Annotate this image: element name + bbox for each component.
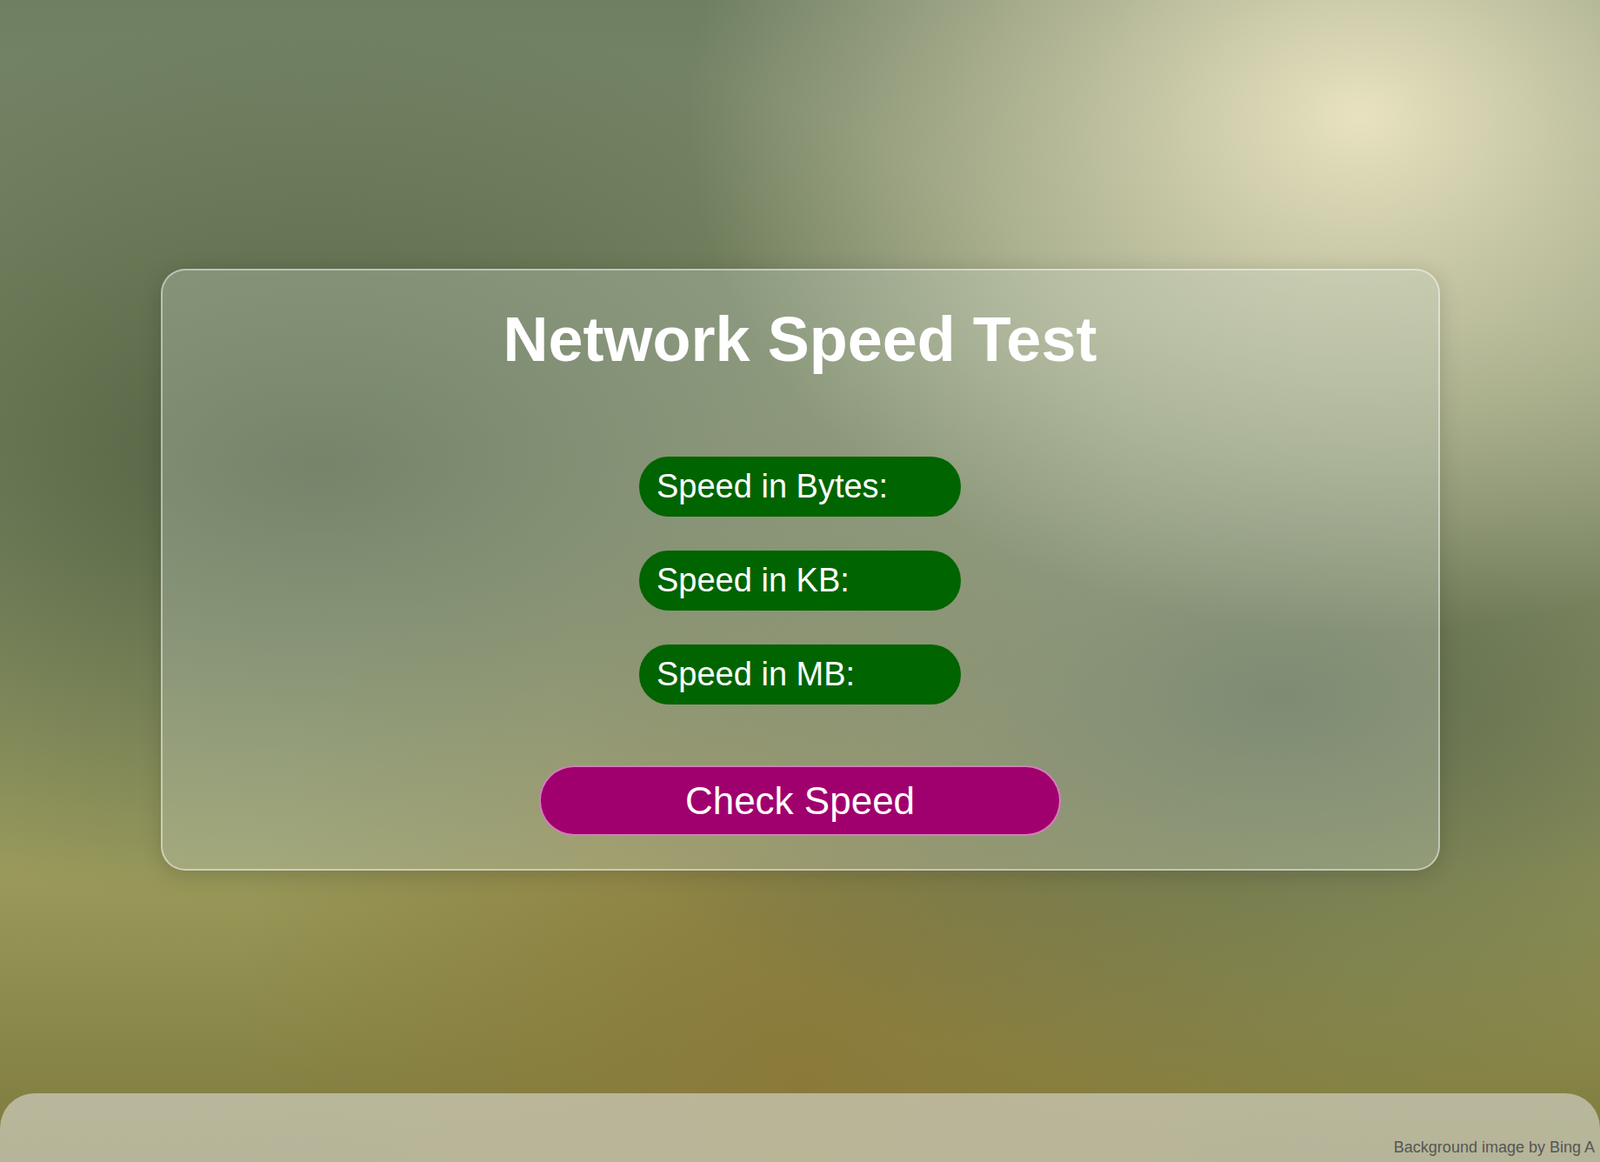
title: Network Speed Test xyxy=(503,301,1098,377)
footer: Background image by Bing A xyxy=(0,1093,1600,1162)
speed-label: Speed in Bytes: xyxy=(656,467,888,506)
check-speed-button[interactable]: Check Speed xyxy=(539,765,1061,836)
speed-field: Speed in Bytes: xyxy=(639,456,961,517)
speed-field: Speed in KB: xyxy=(639,550,961,611)
speed-fields: Speed in Bytes: Speed in KB: Speed in MB: xyxy=(639,456,961,705)
page: Network Speed TestSpeed in Bytes:Speed i… xyxy=(0,0,1600,1162)
speed-label: Speed in MB: xyxy=(656,655,855,694)
speed-test-card: Network Speed TestSpeed in Bytes:Speed i… xyxy=(160,268,1440,871)
speed-label: Speed in KB: xyxy=(656,561,850,600)
footer-credit: Background image by Bing A xyxy=(1393,1138,1595,1157)
speed-field: Speed in MB: xyxy=(639,644,961,705)
